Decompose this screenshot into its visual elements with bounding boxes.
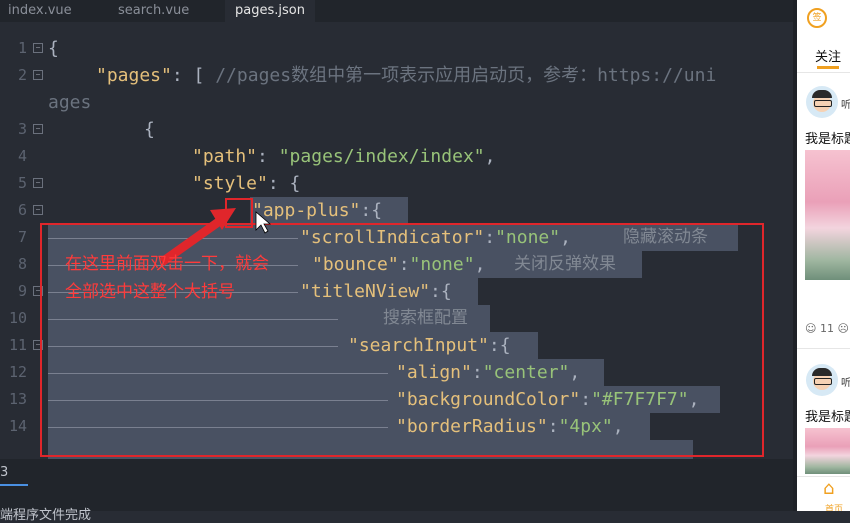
tabbar-divider	[797, 476, 850, 477]
post-image[interactable]	[805, 150, 850, 280]
annotation-line-1: 在这里前面双击一下，就会	[65, 254, 269, 274]
console-panel: 3 端程序文件完成	[0, 459, 797, 523]
editor-tab-bar: index.vue search.vue pages.json	[0, 0, 797, 22]
console-tab-indicator	[0, 484, 28, 486]
post-title[interactable]: 我是标题	[805, 128, 850, 147]
code-line-2-wrap: ages	[0, 89, 797, 116]
line-number: 8	[17, 255, 27, 273]
annotation-cursor-box	[225, 198, 253, 228]
smile-icon[interactable]: ☺	[805, 322, 816, 335]
fold-toggle-icon[interactable]: −	[33, 43, 43, 53]
fold-toggle-icon[interactable]: −	[33, 178, 43, 188]
sign-in-icon[interactable]: 签	[807, 8, 827, 28]
json-key: "path"	[192, 146, 258, 167]
line-number: 11	[8, 336, 27, 354]
code-comment: //pages数组中第一项表示应用启动页，参考：https://uni	[215, 65, 717, 86]
json-key: "style"	[192, 173, 268, 194]
line-number: 12	[8, 363, 27, 381]
line-number: 3	[17, 120, 27, 138]
post-title[interactable]: 我是标题	[805, 406, 850, 425]
code-line-4: 4 "path": "pages/index/index",	[0, 143, 797, 170]
json-punct: :	[257, 146, 279, 167]
divider	[797, 348, 850, 349]
line-number: 9	[17, 282, 27, 300]
fold-toggle-icon[interactable]: −	[33, 205, 43, 215]
phone-preview: 签 关注 听 我是标题 ☺ 11 ☹ 听 我是标题 ⌂ 首页	[797, 0, 850, 511]
post-username: 听	[841, 378, 850, 389]
tab-follow[interactable]: 关注	[815, 46, 841, 65]
post-username: 听	[841, 100, 850, 111]
json-key: "app-plus"	[252, 200, 361, 221]
line-number: 2	[17, 66, 27, 84]
code-line-3: 3 − {	[0, 116, 797, 143]
line-number: 6	[17, 201, 27, 219]
frown-icon[interactable]: ☹	[837, 322, 848, 335]
line-number: 14	[8, 417, 27, 435]
divider	[797, 72, 850, 73]
json-value: "pages/index/index"	[278, 146, 485, 167]
json-punct: : [	[171, 65, 216, 86]
tab-pages-json[interactable]: pages.json	[225, 0, 315, 22]
console-tab[interactable]: 3	[0, 465, 8, 480]
annotation-text: 在这里前面双击一下，就会 全部选中这整个大括号	[65, 250, 269, 306]
home-tab-label[interactable]: 首页	[825, 502, 843, 511]
code-text: {	[144, 119, 155, 140]
avatar[interactable]	[806, 364, 838, 396]
console-message: 端程序文件完成	[0, 508, 92, 523]
code-text: {	[48, 38, 59, 59]
line-number: 1	[17, 39, 27, 57]
line-number: 4	[17, 147, 27, 165]
post-reactions: ☺ 11 ☹	[805, 322, 849, 335]
code-line-6: 6 − "app-plus":{	[0, 197, 797, 224]
code-line-1: 1 − {	[0, 35, 797, 62]
post-image[interactable]	[805, 428, 850, 474]
code-line-5: 5 − "style": {	[0, 170, 797, 197]
json-punct: : {	[267, 173, 301, 194]
json-punct: :{	[360, 200, 383, 221]
home-icon[interactable]: ⌂	[823, 480, 841, 498]
fold-toggle-icon[interactable]: −	[33, 70, 43, 80]
tab-index-vue[interactable]: index.vue	[8, 0, 72, 22]
annotation-line-2: 全部选中这整个大括号	[65, 282, 235, 302]
json-punct: ,	[484, 146, 496, 167]
avatar[interactable]	[806, 86, 838, 118]
code-line-2: 2 − "pages": [ //pages数组中第一项表示应用启动页，参考：h…	[0, 62, 797, 89]
line-number: 5	[17, 174, 27, 192]
line-number: 7	[17, 228, 27, 246]
json-key: "pages"	[96, 65, 172, 86]
tab-search-vue[interactable]: search.vue	[118, 0, 189, 22]
code-comment-wrap: ages	[48, 92, 92, 113]
reaction-count: 11	[819, 322, 834, 335]
line-number: 10	[8, 309, 27, 327]
fold-toggle-icon[interactable]: −	[33, 124, 43, 134]
line-number: 13	[8, 390, 27, 408]
follow-tab-indicator	[817, 66, 839, 69]
